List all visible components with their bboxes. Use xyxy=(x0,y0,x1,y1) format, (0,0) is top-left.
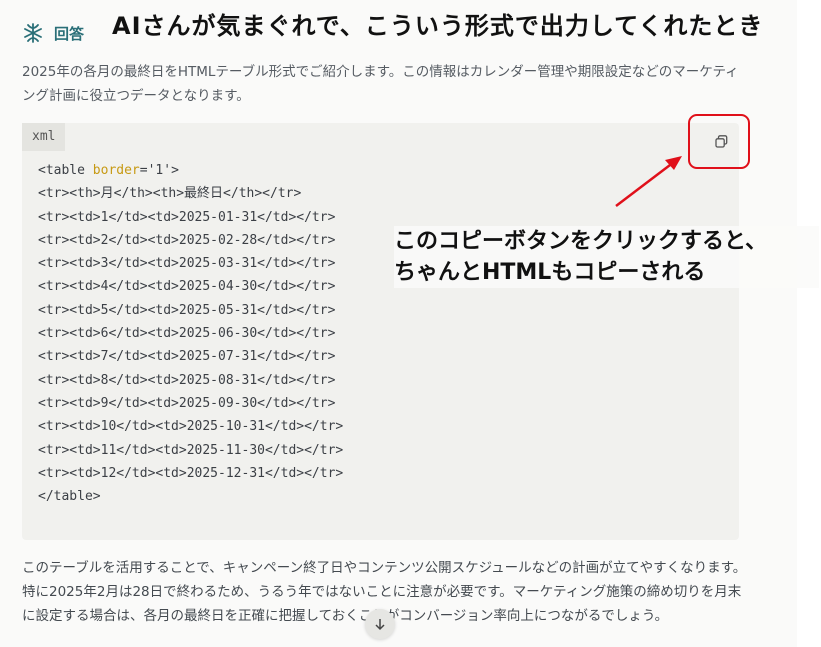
annotation-text: このコピーボタンをクリックすると、 ちゃんとHTMLもコピーされる xyxy=(394,226,819,288)
intro-paragraph: 2025年の各月の最終日をHTMLテーブル形式でご紹介します。この情報はカレンダ… xyxy=(22,64,739,104)
response-title: 回答 xyxy=(54,24,85,43)
code-line: <tr><td>5</td><td>2025-05-31</td></tr> xyxy=(38,302,336,318)
code-line: <tr><td>2</td><td>2025-02-28</td></tr> xyxy=(38,232,336,248)
code-line: <tr><td>1</td><td>2025-01-31</td></tr> xyxy=(38,209,336,225)
scroll-down-button[interactable] xyxy=(365,609,395,639)
code-line: <tr><td>9</td><td>2025-09-30</td></tr> xyxy=(38,395,336,411)
copy-button-highlight xyxy=(688,114,750,169)
annotation-line: ちゃんとHTMLもコピーされる xyxy=(394,260,706,285)
code-line: <tr><td>4</td><td>2025-04-30</td></tr> xyxy=(38,279,336,295)
code-content: <table border='1'> <tr><th>月</th><th>最終日… xyxy=(38,159,343,508)
code-attribute: border xyxy=(92,163,140,178)
assistant-logo-icon xyxy=(24,23,42,43)
response-header: 回答 xyxy=(22,22,84,44)
page-right-edge xyxy=(797,0,821,647)
code-line: <tr><td>6</td><td>2025-06-30</td></tr> xyxy=(38,326,336,342)
code-line: <tr><td>7</td><td>2025-07-31</td></tr> xyxy=(38,349,336,365)
code-line: </table> xyxy=(38,489,101,505)
annotation-line: このコピーボタンをクリックすると、 xyxy=(394,229,768,254)
code-line: <table border='1'> xyxy=(38,163,179,178)
code-language-tag: xml xyxy=(22,123,66,151)
code-line: <tr><td>3</td><td>2025-03-31</td></tr> xyxy=(38,256,336,272)
code-line: <tr><td>12</td><td>2025-12-31</td></tr> xyxy=(38,465,344,481)
arrow-down-icon xyxy=(375,619,385,631)
code-line: <tr><td>10</td><td>2025-10-31</td></tr> xyxy=(38,419,344,435)
annotation-title: AIさんが気まぐれで、こういう形式で出力してくれたとき xyxy=(112,12,764,40)
code-line: <tr><th>月</th><th>最終日</th></tr> xyxy=(38,186,302,202)
annotation-arrow xyxy=(615,156,682,207)
code-line: <tr><td>11</td><td>2025-11-30</td></tr> xyxy=(38,442,344,458)
code-line: <tr><td>8</td><td>2025-08-31</td></tr> xyxy=(38,372,336,388)
